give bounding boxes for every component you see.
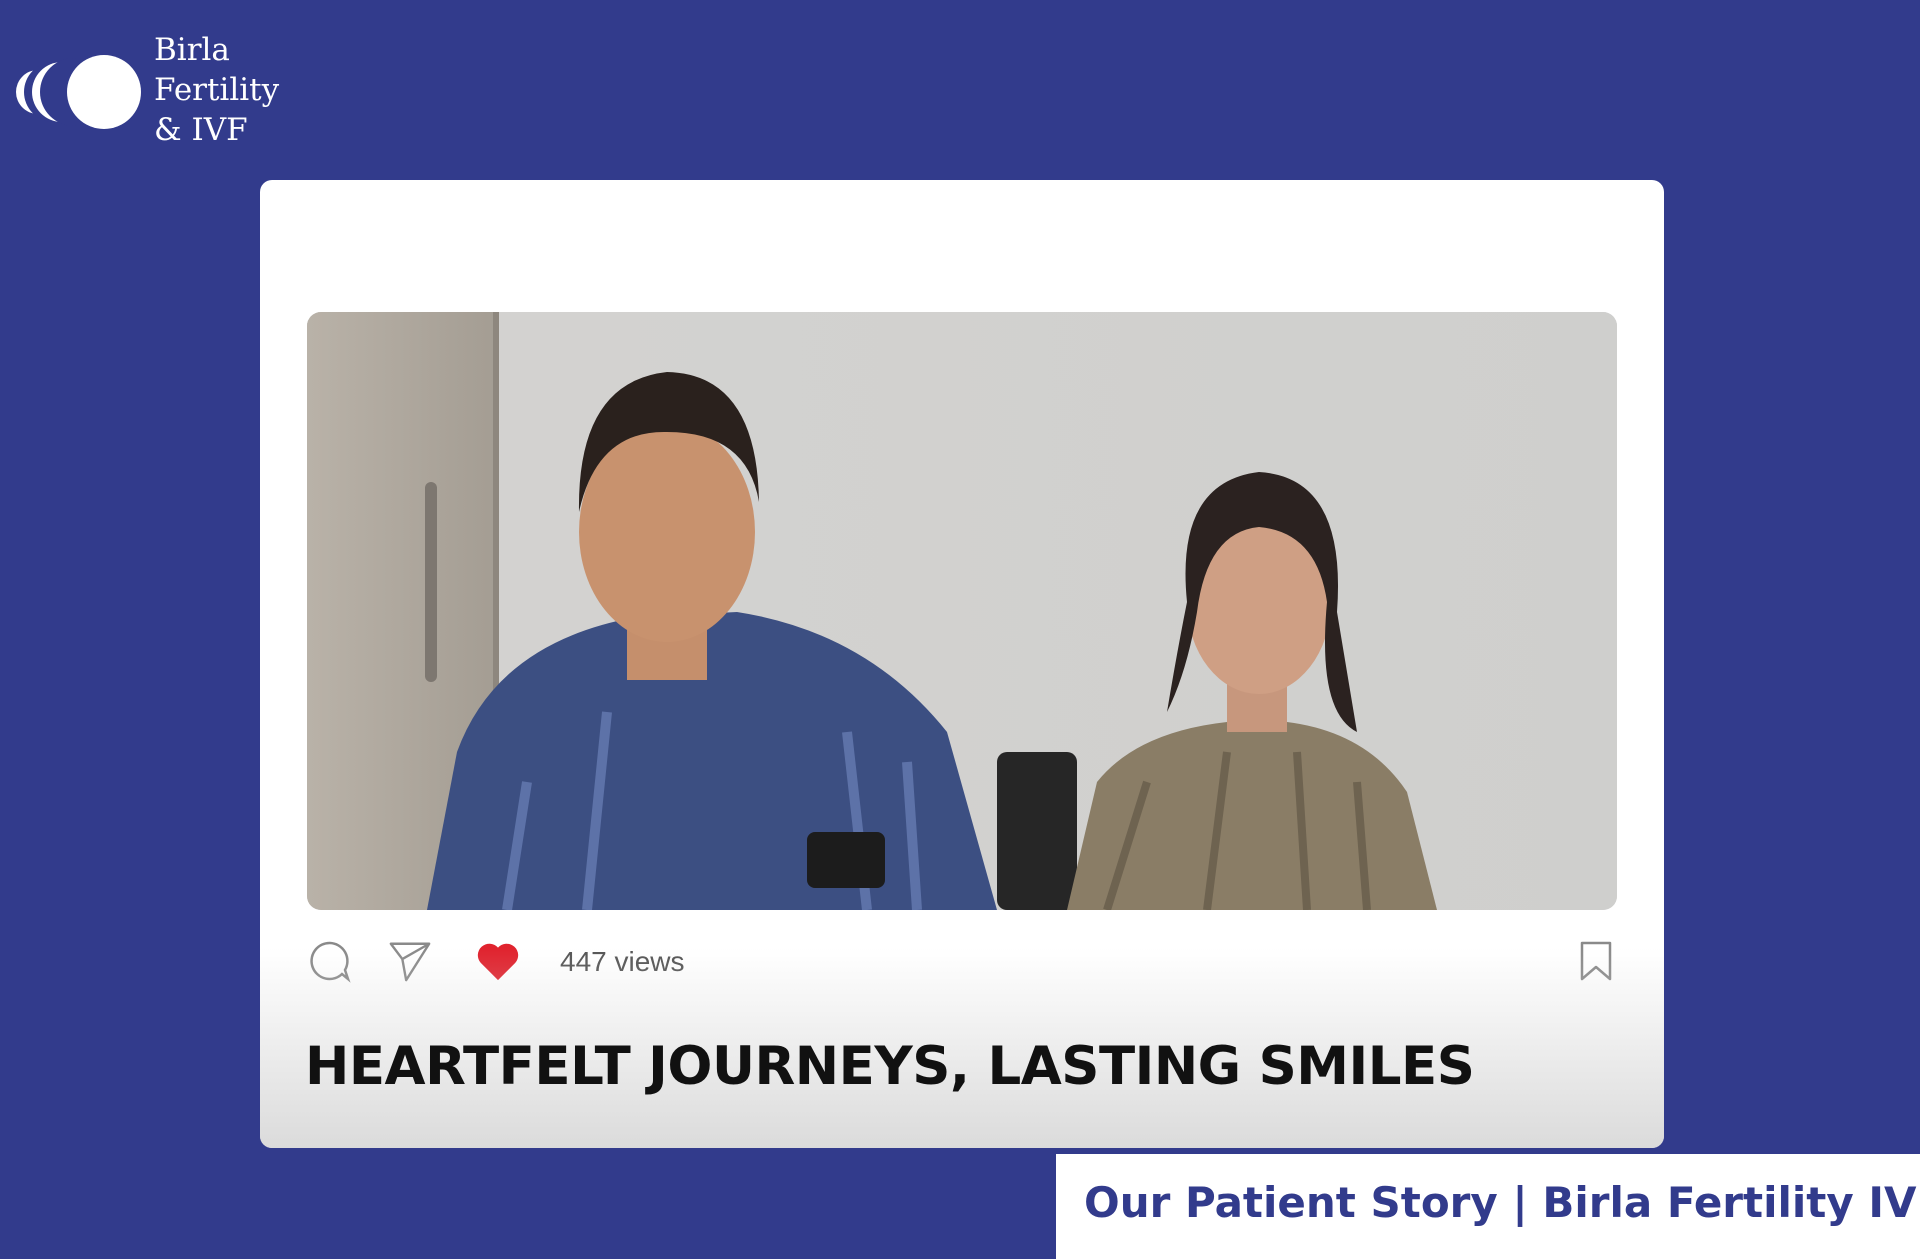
brand-name-line-3: & IVF — [154, 112, 248, 148]
post-action-bar: 447 views — [307, 932, 1617, 992]
share-button[interactable] — [387, 938, 433, 984]
footer-caption: Our Patient Story | Birla Fertility IVF — [1084, 1178, 1920, 1227]
post-headline: HEARTFELT JOURNEYS, LASTING SMILES — [305, 1036, 1475, 1097]
couple-photo — [307, 312, 1617, 910]
save-button[interactable] — [1573, 938, 1619, 984]
send-icon — [389, 942, 431, 982]
bookmark-icon — [1580, 941, 1612, 981]
brand-name-line-2: Fertility — [154, 72, 280, 108]
birla-fertility-logo-icon — [16, 55, 141, 129]
brand-name-line-1: Birla — [154, 32, 230, 68]
views-count: 447 views — [560, 946, 685, 977]
comment-button[interactable] — [307, 938, 353, 984]
brand-name: Birla Fertility & IVF — [154, 30, 279, 150]
like-button[interactable] — [475, 938, 521, 984]
social-post-card: 447 views HEARTFELT JOURNEYS, LASTING SM… — [260, 180, 1664, 1148]
heart-icon — [477, 943, 519, 981]
comment-icon — [310, 941, 351, 983]
footer-caption-bar: Our Patient Story | Birla Fertility IVF — [1056, 1154, 1920, 1259]
post-video-frame[interactable] — [307, 312, 1617, 910]
brand-logo: Birla Fertility & IVF — [16, 30, 306, 150]
